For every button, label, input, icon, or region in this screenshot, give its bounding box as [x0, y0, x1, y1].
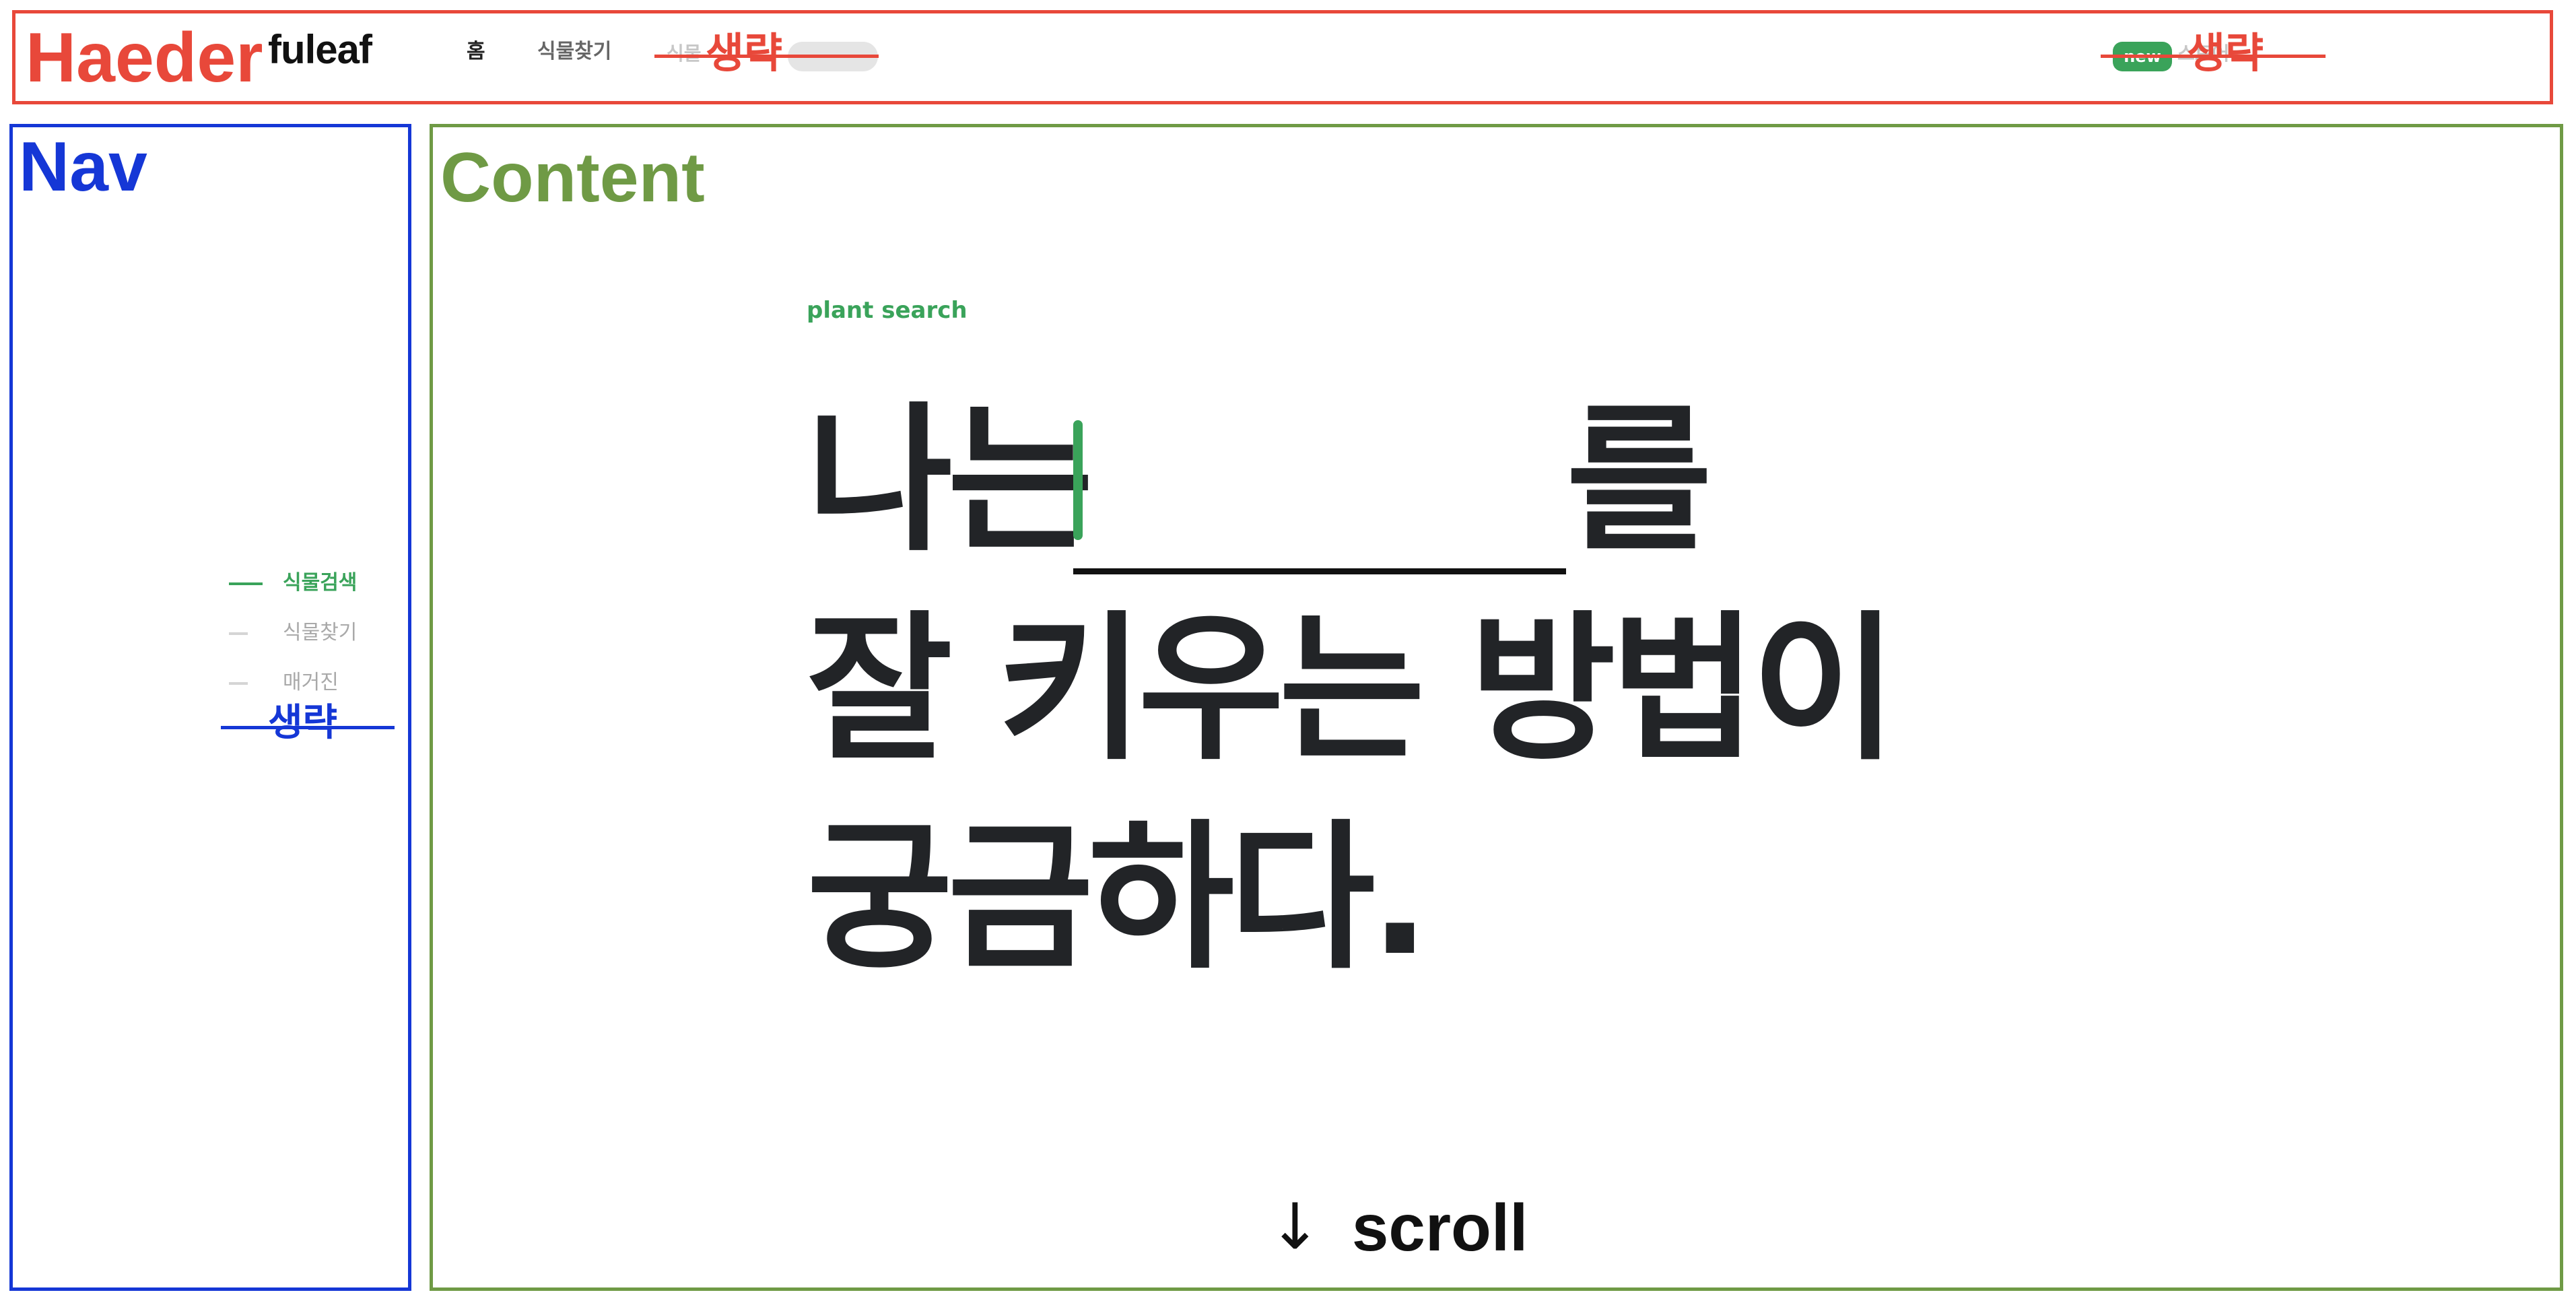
- page: Haeder Nav Content fuleaf 홈 식물찾기 식물 생략 n…: [0, 0, 2576, 1305]
- blank-underline: [1073, 568, 1566, 574]
- headline-line-1-end: 를: [1566, 388, 1712, 573]
- arrow-down-icon: ↓: [1268, 1191, 1322, 1264]
- omitted-label-nav: 생략: [268, 701, 338, 745]
- inactive-indicator: [229, 682, 248, 685]
- sidebar-item-label: 식물검색: [283, 571, 358, 595]
- omitted-label-header-left: 생략: [706, 28, 783, 77]
- text-caret: [1073, 420, 1083, 540]
- headline-line-1-start: 나는: [807, 388, 1093, 573]
- inactive-indicator: [229, 632, 248, 635]
- brand-logo[interactable]: fuleaf: [268, 30, 372, 70]
- top-nav-home[interactable]: 홈: [467, 42, 485, 62]
- omitted-label-header-right: 생략: [2187, 28, 2264, 77]
- content-annotation-label: Content: [440, 139, 705, 217]
- header-annotation-label: Haeder: [26, 19, 263, 97]
- sidebar-item-label: 식물찾기: [283, 621, 358, 644]
- nav-annotation-box: [9, 124, 411, 1291]
- faded-nav-text-left: 식물: [667, 42, 702, 65]
- sidebar-item-label: 매거진: [283, 671, 339, 694]
- strike-line-header-left: [654, 55, 879, 58]
- strike-line-nav: [221, 726, 395, 729]
- scroll-label: scroll: [1351, 1191, 1528, 1265]
- scroll-hint[interactable]: ↓ scroll: [1268, 1195, 1528, 1261]
- strike-line-header-right: [2101, 55, 2326, 58]
- section-eyebrow: plant search: [807, 297, 968, 324]
- headline-line-3: 궁금하다.: [807, 805, 1430, 991]
- headline-line-2: 잘 키우는 방법이: [807, 597, 1897, 782]
- active-indicator: [229, 582, 263, 585]
- nav-annotation-label: Nav: [19, 128, 147, 206]
- top-nav-plant-finder[interactable]: 식물찾기: [537, 42, 611, 62]
